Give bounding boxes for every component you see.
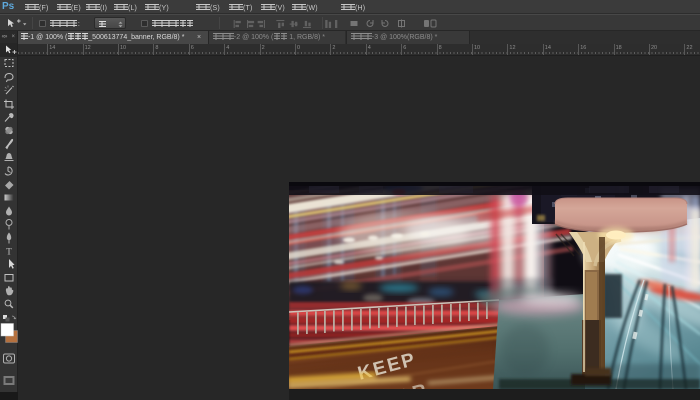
- svg-text:T: T: [6, 247, 12, 257]
